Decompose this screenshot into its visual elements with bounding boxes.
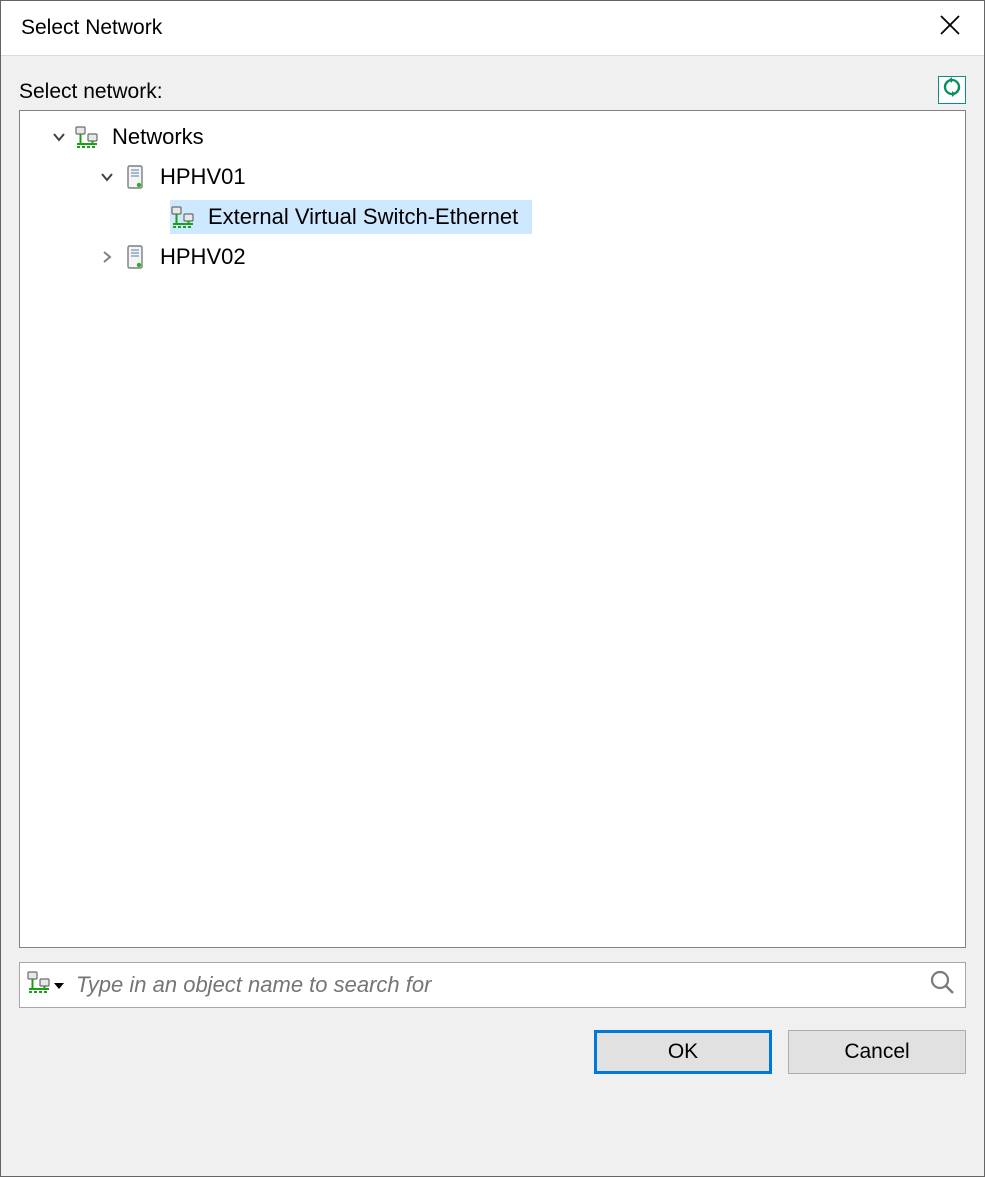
window-title: Select Network: [21, 16, 162, 40]
tree-node-host-hphv02[interactable]: HPHV02: [24, 237, 961, 277]
refresh-icon: [942, 77, 962, 103]
dialog-buttons: OK Cancel: [19, 1030, 966, 1074]
search-button[interactable]: [925, 968, 959, 1002]
search-icon: [929, 969, 955, 1001]
chevron-right-icon[interactable]: [96, 246, 118, 268]
titlebar: Select Network: [1, 1, 984, 56]
chevron-down-icon[interactable]: [96, 166, 118, 188]
network-icon: [26, 969, 52, 1001]
cancel-button[interactable]: Cancel: [788, 1030, 966, 1074]
refresh-button[interactable]: [938, 76, 966, 104]
search-type-dropdown[interactable]: [26, 969, 70, 1001]
close-button[interactable]: [928, 6, 972, 50]
dialog-select-network: Select Network Select network:: [0, 0, 985, 1177]
chevron-down-icon[interactable]: [48, 126, 70, 148]
server-icon: [122, 164, 148, 190]
tree-node-label: HPHV01: [158, 162, 252, 192]
search-input[interactable]: [70, 971, 925, 999]
dialog-body: Select network:: [1, 56, 984, 1176]
network-tree[interactable]: Networks: [19, 110, 966, 948]
tree-node-label: Networks: [110, 122, 210, 152]
vswitch-icon: [170, 204, 196, 230]
button-label: OK: [668, 1040, 698, 1064]
tree-node-label: HPHV02: [158, 242, 252, 272]
field-label: Select network:: [19, 80, 163, 104]
tree-node-label: External Virtual Switch-Ethernet: [206, 202, 524, 232]
tree-node-networks[interactable]: Networks: [24, 117, 961, 157]
ok-button[interactable]: OK: [594, 1030, 772, 1074]
tree-node-vswitch-external[interactable]: External Virtual Switch-Ethernet: [24, 197, 961, 237]
search-bar: [19, 962, 966, 1008]
network-group-icon: [74, 124, 100, 150]
caret-down-icon: [54, 974, 64, 997]
tree-node-host-hphv01[interactable]: HPHV01: [24, 157, 961, 197]
button-label: Cancel: [844, 1040, 909, 1064]
close-icon: [939, 14, 961, 42]
server-icon: [122, 244, 148, 270]
